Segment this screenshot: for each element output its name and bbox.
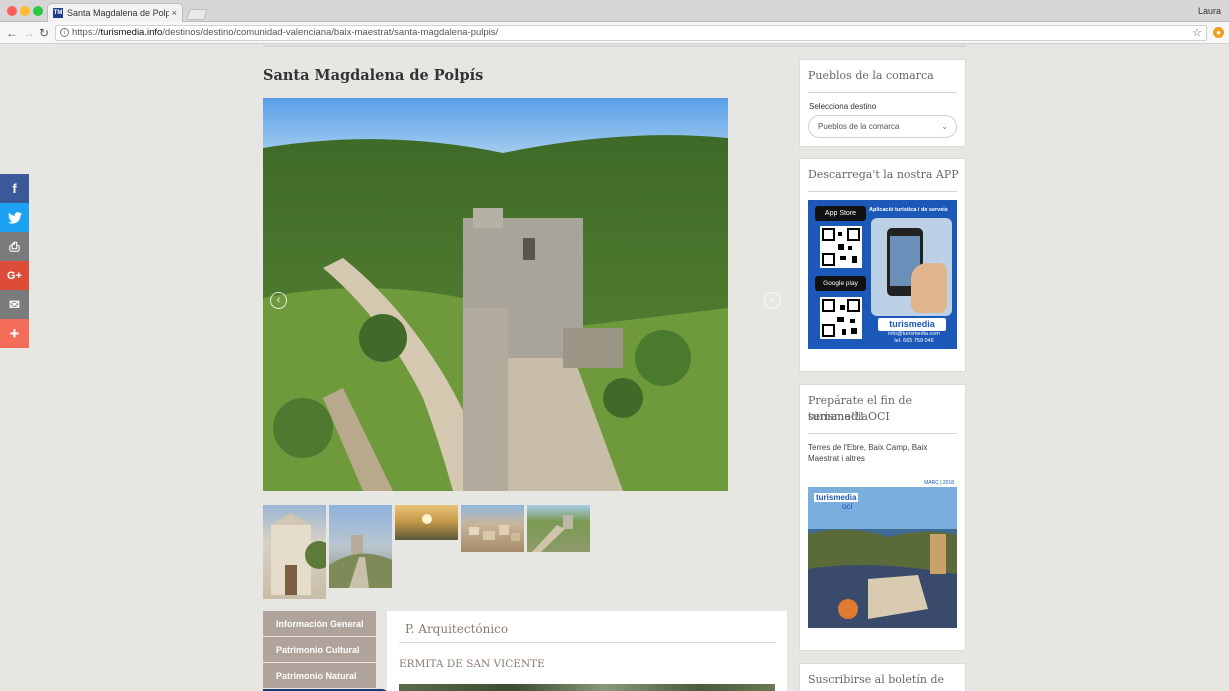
ruins-photo xyxy=(532,515,573,552)
cover-brand: turismedia xyxy=(814,493,859,502)
app-banner[interactable]: App Store Aplicació turística i de serve… xyxy=(808,200,957,349)
header-divider xyxy=(263,45,966,47)
url-scheme: https:// xyxy=(72,27,101,38)
tab-close-icon[interactable]: × xyxy=(172,8,177,18)
google-plus-icon: G+ xyxy=(7,269,22,282)
pueblos-widget: Pueblos de la comarca Selecciona destino… xyxy=(799,59,966,147)
oci-widget: Prepárate el fin de semana!!! turismedia… xyxy=(799,384,966,651)
tab-title: Santa Magdalena de Polpís - T xyxy=(67,8,169,18)
thumbnail-ruins[interactable] xyxy=(527,505,590,552)
oci-title-line2: turismediaOCI xyxy=(808,410,890,423)
reload-icon[interactable]: ↻ xyxy=(39,25,49,41)
destino-select-value: Pueblos de la comarca xyxy=(818,122,900,131)
thumbnail-sunrise[interactable] xyxy=(395,505,458,540)
banner-heading: Aplicació turística i de serveis xyxy=(869,207,948,213)
banner-brand: turismedia xyxy=(878,318,946,331)
facebook-share-button[interactable]: f xyxy=(0,174,29,203)
app-widget: Descarrega't la nostra APP App Store Apl… xyxy=(799,158,966,372)
cover-sub: oci xyxy=(842,502,853,511)
bookmark-star-icon[interactable]: ☆ xyxy=(1192,26,1202,40)
page-title: Santa Magdalena de Polpís xyxy=(263,67,484,84)
print-icon: ⎙ xyxy=(9,238,20,254)
email-icon: ✉ xyxy=(9,296,20,312)
profile-name[interactable]: Laura xyxy=(1198,6,1221,16)
pueblos-divider xyxy=(808,92,957,93)
new-tab-button[interactable] xyxy=(186,9,208,20)
tab-patrimonio-natural[interactable]: Patrimonio Natural xyxy=(263,663,376,689)
qr-code-icon xyxy=(820,226,862,268)
email-share-button[interactable]: ✉ xyxy=(0,290,29,319)
pueblos-title: Pueblos de la comarca xyxy=(808,69,934,82)
destino-label: Selecciona destino xyxy=(809,102,877,111)
carousel-prev-icon[interactable]: ‹ xyxy=(270,292,287,309)
google-play-badge[interactable]: Google play xyxy=(815,276,866,291)
twitter-icon xyxy=(7,211,22,224)
maximize-window-icon[interactable] xyxy=(33,6,43,16)
content-subheading: ERMITA DE SAN VICENTE xyxy=(399,658,545,670)
facebook-icon: f xyxy=(12,181,17,196)
twitter-share-button[interactable] xyxy=(0,203,29,232)
favicon-icon: TM xyxy=(53,8,63,18)
url-domain: turismedia.info xyxy=(100,27,163,38)
church-photo xyxy=(271,513,326,595)
village-photo xyxy=(469,525,520,541)
oci-magazine-cover[interactable]: MARÇ | 2018 turismedia oci xyxy=(808,479,957,628)
banner-phone: tel. 665 759 046 xyxy=(894,338,934,344)
tab-patrimonio-cultural[interactable]: Patrimonio Cultural xyxy=(263,637,376,663)
browser-tabbar: TM Santa Magdalena de Polpís - T × Laura xyxy=(0,0,1229,22)
print-button[interactable]: ⎙ xyxy=(0,232,29,261)
content-heading: P. Arquitectónico xyxy=(405,622,509,636)
cover-month: MARÇ | 2018 xyxy=(924,480,954,486)
thumbnail-church[interactable] xyxy=(263,505,326,599)
app-divider xyxy=(808,191,957,192)
oci-description: Terres de l'Ebre, Baix Camp, Baix Maestr… xyxy=(808,443,928,463)
plus-icon: + xyxy=(9,323,20,343)
google-plus-share-button[interactable]: G+ xyxy=(0,261,29,290)
minimize-window-icon[interactable] xyxy=(20,6,30,16)
banner-email: info@turismedia.com xyxy=(888,331,940,337)
sunrise-photo xyxy=(422,514,432,524)
thumbnail-village[interactable] xyxy=(461,505,524,552)
ermita-photo xyxy=(399,684,775,691)
destino-select[interactable]: Pueblos de la comarca ⌄ xyxy=(808,115,957,138)
carousel-next-icon[interactable]: › xyxy=(764,292,781,309)
newsletter-title: Suscribirse al boletín de xyxy=(808,673,945,686)
castle-aerial-photo xyxy=(263,98,728,491)
extension-icon[interactable]: ● xyxy=(1213,27,1224,38)
chevron-down-icon: ⌄ xyxy=(941,122,948,131)
phone-in-hand-image xyxy=(871,218,952,316)
close-window-icon[interactable] xyxy=(7,6,17,16)
info-icon[interactable]: i xyxy=(60,28,69,37)
forward-icon[interactable]: → xyxy=(23,25,35,41)
app-store-badge[interactable]: App Store xyxy=(815,206,866,221)
url-input[interactable]: i https://turismedia.info/destinos/desti… xyxy=(55,25,1207,41)
browser-tab[interactable]: TM Santa Magdalena de Polpís - T × xyxy=(47,3,183,22)
app-title: Descarrega't la nostra APP xyxy=(808,168,959,181)
oci-divider xyxy=(808,433,957,434)
content-divider xyxy=(399,642,775,643)
qr-code-icon xyxy=(820,297,862,339)
newsletter-widget: Suscribirse al boletín de xyxy=(799,663,966,691)
thumbnail-castle[interactable] xyxy=(329,505,392,588)
address-bar-row: ← → ↻ i https://turismedia.info/destinos… xyxy=(0,22,1229,44)
castle-photo xyxy=(329,535,392,588)
tab-informacion-general[interactable]: Información General xyxy=(263,611,376,637)
carousel-main-image[interactable] xyxy=(263,98,728,491)
more-share-button[interactable]: + xyxy=(0,319,29,348)
url-path: /destinos/destino/comunidad-valenciana/b… xyxy=(162,27,499,38)
back-icon[interactable]: ← xyxy=(6,25,18,41)
content-panel: P. Arquitectónico ERMITA DE SAN VICENTE xyxy=(387,611,787,691)
